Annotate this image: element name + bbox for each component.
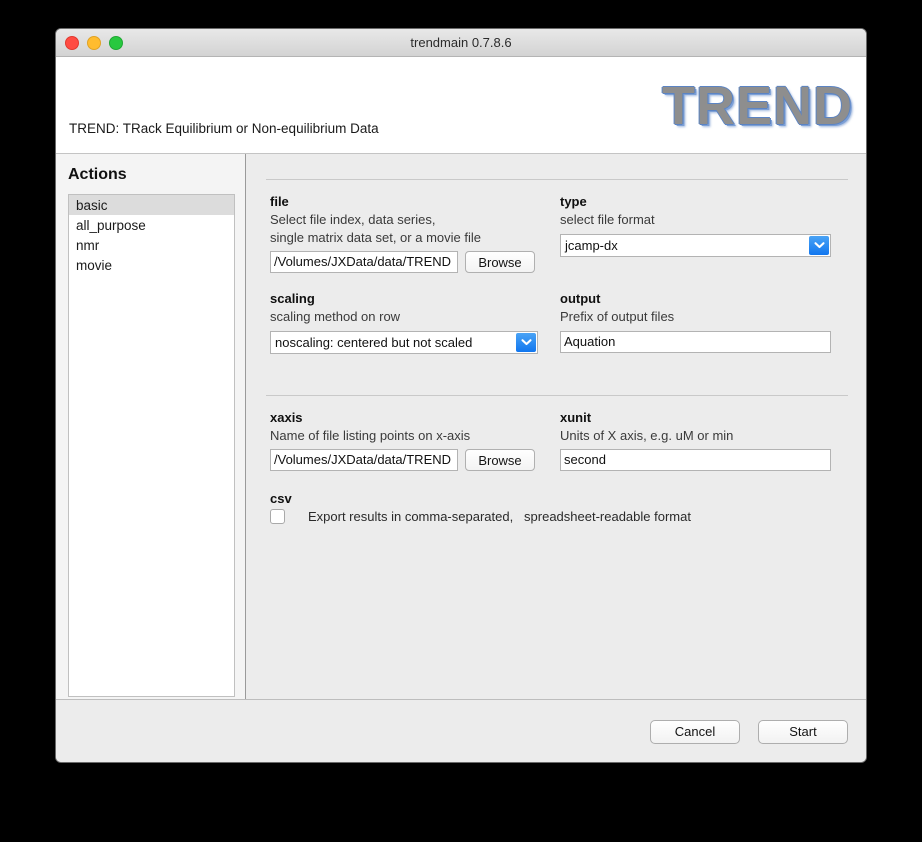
start-button[interactable]: Start <box>758 719 848 744</box>
field-help-output: Prefix of output files <box>560 309 675 324</box>
field-help-scaling: scaling method on row <box>270 309 401 324</box>
file-path-input[interactable]: /Volumes/JXData/data/TREND <box>270 251 458 273</box>
scaling-select[interactable]: noscaling: centered but not scaled <box>270 330 538 354</box>
csv-checkbox[interactable] <box>270 509 285 524</box>
type-select[interactable]: jcamp-dx <box>560 233 831 257</box>
section-divider-middle <box>266 394 848 396</box>
input-row-file: /Volumes/JXData/data/TREND Browse <box>270 251 562 273</box>
minimize-window-icon[interactable] <box>87 35 101 50</box>
field-group-type: type select file format jcamp-dx <box>560 194 852 273</box>
field-group-xaxis: xaxis Name of file listing points on x-a… <box>270 409 562 471</box>
xaxis-path-input[interactable]: /Volumes/JXData/data/TREND <box>270 449 458 471</box>
cancel-button[interactable]: Cancel <box>650 719 740 744</box>
window-body: Actions basic all_purpose nmr movie file… <box>56 154 866 699</box>
type-select-value: jcamp-dx <box>565 237 618 253</box>
field-help-file: Select file index, data series, single m… <box>270 212 481 245</box>
actions-sidebar: Actions basic all_purpose nmr movie <box>56 154 246 699</box>
close-window-icon[interactable] <box>65 35 79 50</box>
field-row-scaling-output: scaling scaling method on row noscaling:… <box>260 291 852 354</box>
field-label-xaxis: xaxis <box>270 409 303 425</box>
field-row-file-type: file Select file index, data series, sin… <box>260 194 852 273</box>
window-titlebar[interactable]: trendmain 0.7.8.6 <box>56 29 866 57</box>
field-help-xunit: Units of X axis, e.g. uM or min <box>560 427 734 443</box>
application-window: trendmain 0.7.8.6 TREND: TRack Equilibri… <box>55 28 867 763</box>
field-group-xunit: xunit Units of X axis, e.g. uM or min se… <box>560 409 852 471</box>
field-group-output: output Prefix of output files Aquation <box>560 291 852 354</box>
desktop-background: trendmain 0.7.8.6 TREND: TRack Equilibri… <box>0 0 922 842</box>
sidebar-heading: Actions <box>68 166 127 183</box>
field-label-xunit: xunit <box>560 409 592 425</box>
scaling-select-value: noscaling: centered but not scaled <box>275 334 473 350</box>
actions-listbox[interactable]: basic all_purpose nmr movie <box>68 194 235 697</box>
sidebar-item-nmr[interactable]: nmr <box>69 235 234 255</box>
window-title: trendmain 0.7.8.6 <box>410 35 512 50</box>
sidebar-item-basic[interactable]: basic <box>69 195 234 215</box>
section-divider-top <box>266 179 848 180</box>
field-label-output: output <box>560 291 601 306</box>
field-label-type: type <box>560 194 587 209</box>
field-group-scaling: scaling scaling method on row noscaling:… <box>270 291 562 354</box>
dialog-footer: Cancel Start <box>56 699 866 762</box>
csv-checkbox-row: Export results in comma-separated, sprea… <box>270 509 852 524</box>
field-group-csv: csv Export results in comma-separated, s… <box>260 491 852 524</box>
sidebar-item-all-purpose[interactable]: all_purpose <box>69 215 234 235</box>
file-browse-button[interactable]: Browse <box>465 251 535 273</box>
maximize-window-icon[interactable] <box>109 35 123 50</box>
xaxis-browse-button[interactable]: Browse <box>465 449 535 471</box>
trend-logo: TREND <box>662 76 853 136</box>
output-prefix-input[interactable]: Aquation <box>560 330 831 353</box>
field-label-csv: csv <box>270 491 292 506</box>
app-header-banner: TREND: TRack Equilibrium or Non-equilibr… <box>56 57 866 154</box>
field-help-xaxis: Name of file listing points on x-axis <box>270 427 471 443</box>
app-subtitle: TREND: TRack Equilibrium or Non-equilibr… <box>69 121 379 136</box>
chevron-down-icon[interactable] <box>809 235 829 255</box>
field-label-scaling: scaling <box>270 291 315 306</box>
xunit-input[interactable]: second <box>560 449 831 471</box>
input-row-xaxis: /Volumes/JXData/data/TREND Browse <box>270 449 562 471</box>
field-help-type: select file format <box>560 212 655 227</box>
field-label-file: file <box>270 194 289 209</box>
settings-panel: file Select file index, data series, sin… <box>246 154 866 699</box>
traffic-light-group <box>65 35 123 50</box>
field-group-file: file Select file index, data series, sin… <box>270 194 562 273</box>
chevron-down-icon[interactable] <box>516 332 536 352</box>
csv-checkbox-caption: Export results in comma-separated, sprea… <box>308 509 691 524</box>
sidebar-item-movie[interactable]: movie <box>69 255 234 275</box>
field-row-xaxis-xunit: xaxis Name of file listing points on x-a… <box>260 409 852 471</box>
